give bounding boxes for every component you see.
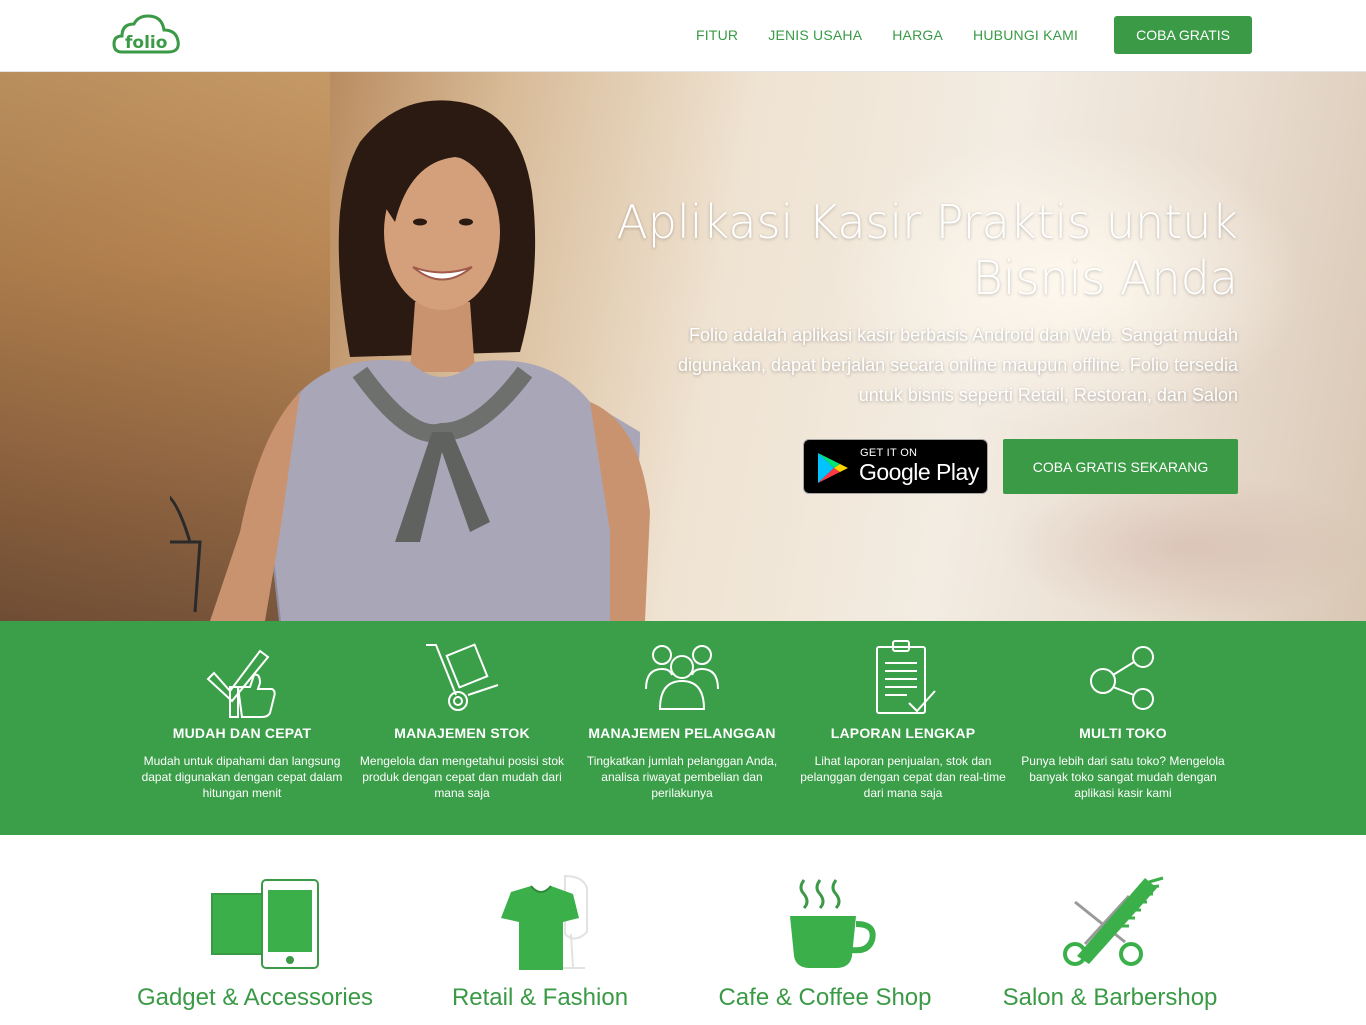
coffee-cup-icon [790,879,876,968]
feature-title: LAPORAN LENGKAP [830,725,976,741]
feature-desc: Tingkatkan jumlah pelanggan Anda, analis… [586,754,778,800]
hero-woman-photo [170,100,650,621]
google-play-badge[interactable]: GET IT ON Google Play [803,439,988,494]
nav-harga[interactable]: HARGA [892,27,943,43]
features-section: MUDAH DAN CEPAT Mudah untuk dipahami dan… [0,621,1366,835]
logo-text: folio [125,33,167,53]
folio-logo[interactable]: folio [112,14,182,56]
business-label: Retail & Fashion [451,984,629,1011]
tshirt-mannequin-icon [501,874,588,970]
hero-bg-accent [1000,472,1366,621]
checklist-thumbs-up-icon [206,649,276,718]
google-play-icon [818,453,848,483]
feature-desc: Lihat laporan penjualan, stok dan pelang… [800,754,1006,800]
hand-truck-icon [426,643,499,711]
business-label: Gadget & Accessories [136,984,374,1011]
devices-icon [211,879,319,969]
business-label: Cafe & Coffee Shop [718,984,932,1011]
share-network-icon [1090,646,1154,710]
nav-hubungi-kami[interactable]: HUBUNGI KAMI [973,27,1078,43]
top-navbar: folio FITUR JENIS USAHA HARGA HUBUNGI KA… [0,0,1366,72]
feature-desc: Mengelola dan mengetahui posisi stok pro… [359,754,565,800]
hero-description: Folio adalah aplikasi kasir berbasis And… [677,325,1238,405]
scissors-comb-icon [1063,876,1164,966]
google-play-big-text: Google Play [859,459,979,485]
coba-gratis-button[interactable]: COBA GRATIS [1114,16,1252,54]
business-label: Salon & Barbershop [1002,984,1218,1011]
clipboard-report-icon [876,640,936,714]
feature-title: MANAJEMEN PELANGGAN [588,725,776,741]
hero-title: Aplikasi Kasir Praktis untuk Bisnis Anda [616,195,1238,305]
feature-title: MANAJEMEN STOK [394,725,530,741]
customers-group-icon [645,645,719,710]
feature-desc: Punya lebih dari satu toko? Mengelola ba… [1021,754,1225,800]
hero-section: Aplikasi Kasir Praktis untuk Bisnis Anda… [0,72,1366,621]
nav-fitur[interactable]: FITUR [696,27,738,43]
feature-title: MULTI TOKO [1079,725,1167,741]
nav-jenis-usaha[interactable]: JENIS USAHA [768,27,862,43]
coba-gratis-sekarang-button[interactable]: COBA GRATIS SEKARANG [1003,439,1238,494]
google-play-small-text: GET IT ON [860,447,918,459]
feature-desc: Mudah untuk dipahami dan langsung dapat … [141,754,343,800]
feature-title: MUDAH DAN CEPAT [172,725,312,741]
